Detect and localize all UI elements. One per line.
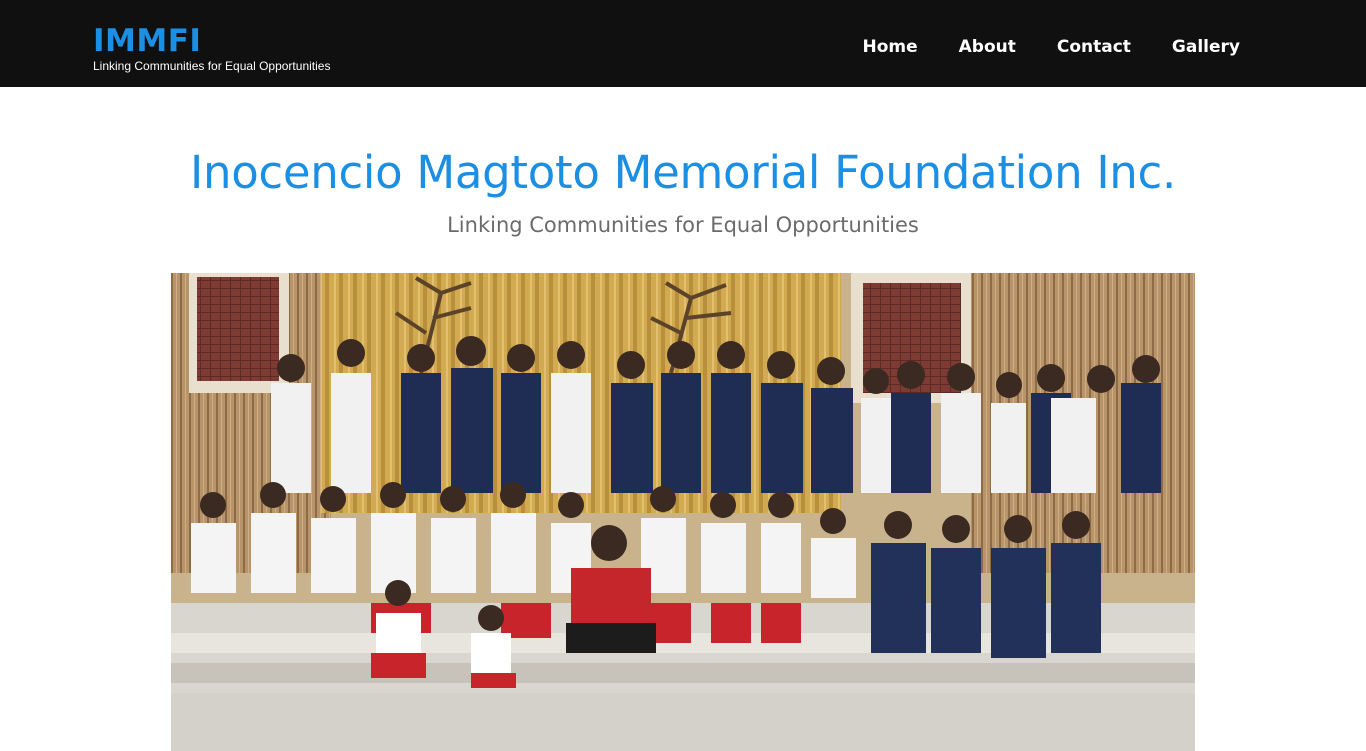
main-nav: Home About Contact Gallery: [862, 36, 1240, 58]
nav-link-contact[interactable]: Contact: [1057, 36, 1131, 58]
page-title: Inocencio Magtoto Memorial Foundation In…: [190, 146, 1176, 199]
nav-link-gallery[interactable]: Gallery: [1172, 36, 1240, 58]
brand-title: IMMFI: [93, 23, 202, 59]
group-photo-illustration: [171, 273, 1195, 751]
nav-link-about[interactable]: About: [959, 36, 1016, 58]
nav-link-home[interactable]: Home: [862, 36, 917, 58]
page-subtitle: Linking Communities for Equal Opportunit…: [447, 213, 919, 237]
group-photo: [171, 273, 1195, 751]
brand-tagline: Linking Communities for Equal Opportunit…: [93, 59, 331, 73]
brand-logo-link[interactable]: IMMFI Linking Communities for Equal Oppo…: [93, 24, 330, 73]
top-navbar: IMMFI Linking Communities for Equal Oppo…: [0, 0, 1366, 87]
